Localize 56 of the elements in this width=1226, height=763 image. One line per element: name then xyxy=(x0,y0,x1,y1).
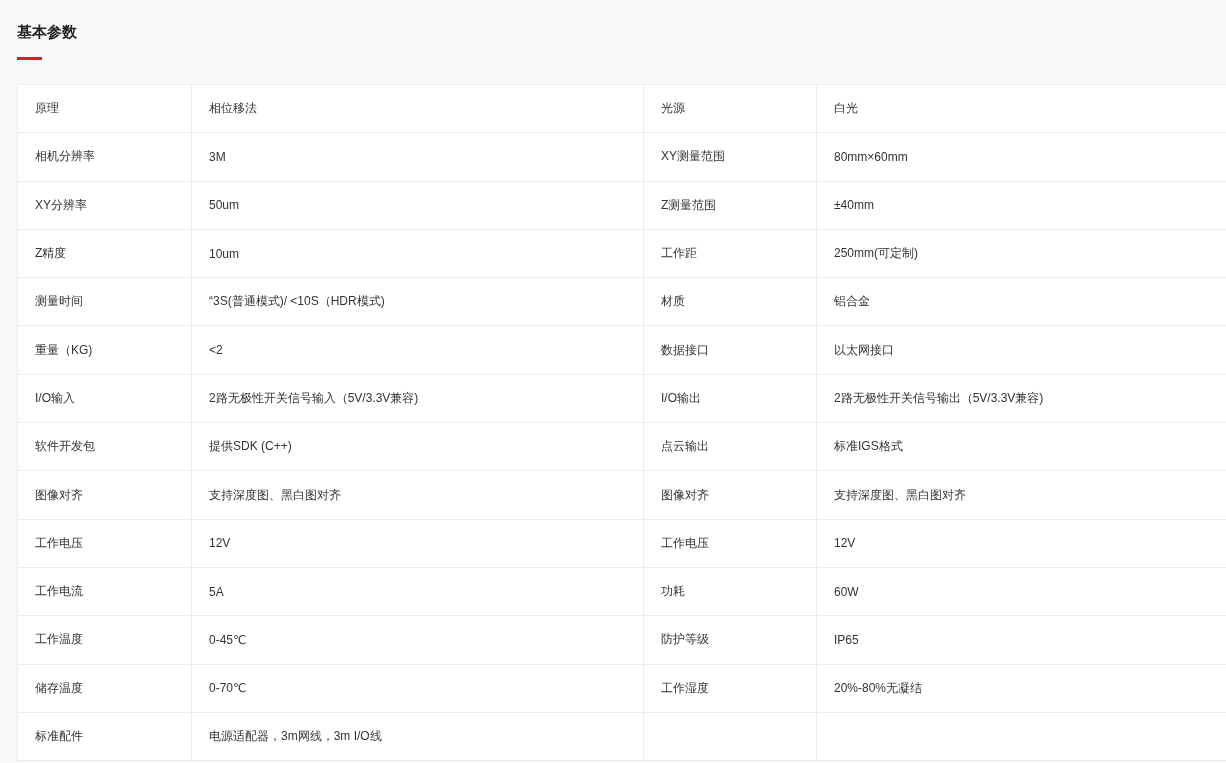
spec-value: 2路无极性开关信号输出（5V/3.3V兼容) xyxy=(817,374,1226,423)
spec-value: 相位移法 xyxy=(192,85,644,133)
spec-label: 工作电压 xyxy=(644,519,817,567)
spec-value: 20%-80%无凝结 xyxy=(817,664,1226,712)
spec-label: 储存温度 xyxy=(18,664,192,712)
spec-value: 0-70℃ xyxy=(192,664,644,712)
spec-value: 80mm×60mm xyxy=(817,133,1226,181)
spec-label: Z测量范围 xyxy=(644,181,817,229)
spec-value: <2 xyxy=(192,326,644,374)
spec-value: 提供SDK (C++) xyxy=(192,423,644,471)
spec-value: ±40mm xyxy=(817,181,1226,229)
spec-label: 图像对齐 xyxy=(18,471,192,519)
spec-value: 铝合金 xyxy=(817,278,1226,326)
spec-label: 原理 xyxy=(18,85,192,133)
spec-label: 防护等级 xyxy=(644,616,817,664)
spec-value: 标准IGS格式 xyxy=(817,423,1226,471)
spec-label: 相机分辨率 xyxy=(18,133,192,181)
spec-value: 50um xyxy=(192,181,644,229)
title-underline xyxy=(17,57,42,60)
spec-label: 测量时间 xyxy=(18,278,192,326)
spec-value: “3S(普通模式)/ <10S（HDR模式) xyxy=(192,278,644,326)
spec-value: 12V xyxy=(192,519,644,567)
spec-value: IP65 xyxy=(817,616,1226,664)
spec-label: Z精度 xyxy=(18,229,192,278)
spec-label: 功耗 xyxy=(644,567,817,616)
spec-value: 支持深度图、黑白图对齐 xyxy=(192,471,644,519)
spec-label: 工作温度 xyxy=(18,616,192,664)
spec-value: 12V xyxy=(817,519,1226,567)
section-title: 基本参数 xyxy=(17,22,78,42)
spec-label: 工作距 xyxy=(644,229,817,278)
spec-value: 2路无极性开关信号输入（5V/3.3V兼容) xyxy=(192,374,644,423)
spec-value: 电源适配器，3m网线，3m I/O线 xyxy=(192,712,644,761)
spec-value: 250mm(可定制) xyxy=(817,229,1226,278)
spec-label: 工作电压 xyxy=(18,519,192,567)
spec-label: 点云输出 xyxy=(644,423,817,471)
spec-label: XY测量范围 xyxy=(644,133,817,181)
spec-value: 0-45℃ xyxy=(192,616,644,664)
spec-label: 标准配件 xyxy=(18,712,192,761)
spec-value: 60W xyxy=(817,567,1226,616)
spec-label: 工作湿度 xyxy=(644,664,817,712)
spec-value: 白光 xyxy=(817,85,1226,133)
spec-label: 重量（KG) xyxy=(18,326,192,374)
spec-label: 图像对齐 xyxy=(644,471,817,519)
spec-value: 10um xyxy=(192,229,644,278)
spec-label: 软件开发包 xyxy=(18,423,192,471)
spec-label: 数据接口 xyxy=(644,326,817,374)
spec-label: 光源 xyxy=(644,85,817,133)
spec-label: I/O输入 xyxy=(18,374,192,423)
spec-value: 以太网接口 xyxy=(817,326,1226,374)
spec-value: 支持深度图、黑白图对齐 xyxy=(817,471,1226,519)
spec-label: XY分辨率 xyxy=(18,181,192,229)
spec-value: 3M xyxy=(192,133,644,181)
spec-label: 工作电流 xyxy=(18,567,192,616)
spec-label: I/O输出 xyxy=(644,374,817,423)
spec-label: 材质 xyxy=(644,278,817,326)
spec-value: 5A xyxy=(192,567,644,616)
